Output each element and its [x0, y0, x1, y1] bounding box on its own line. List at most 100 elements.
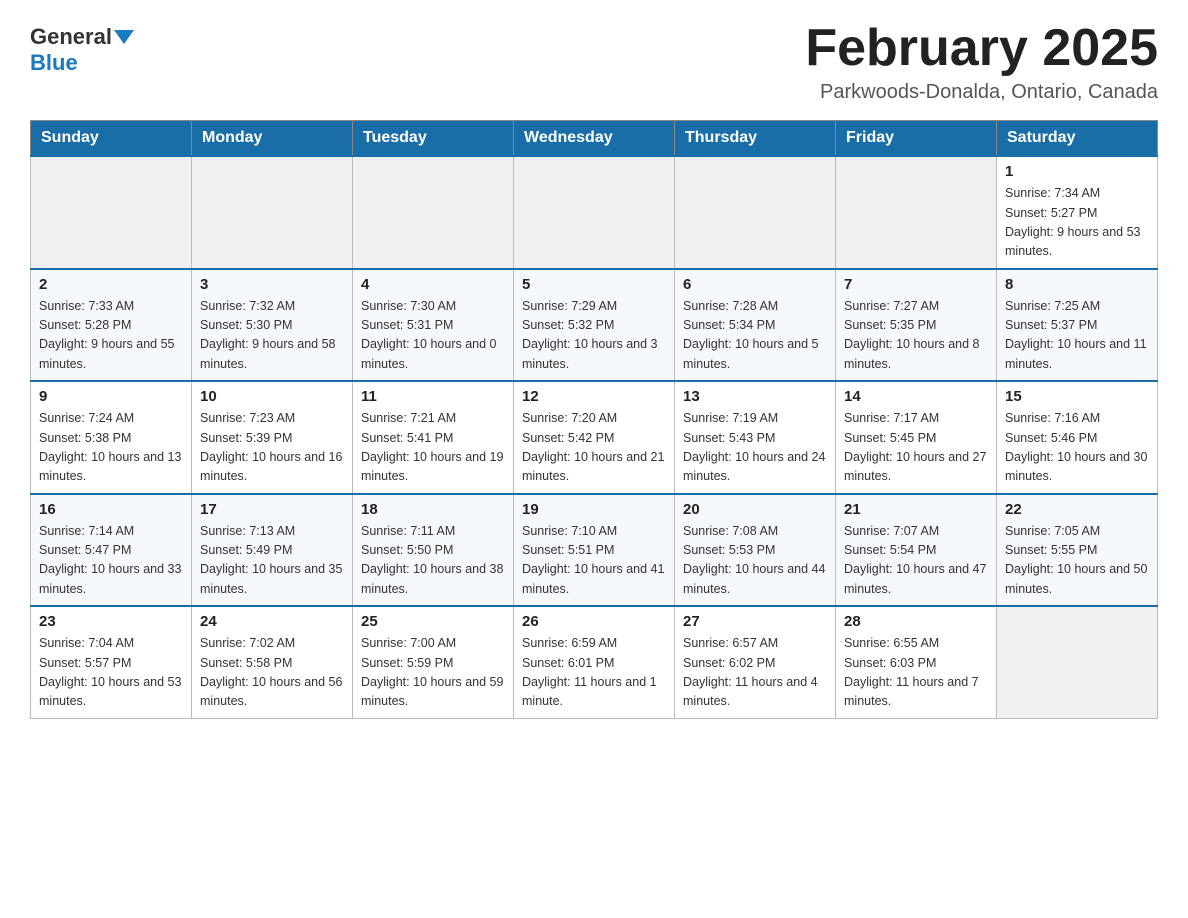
calendar-day-cell — [514, 156, 675, 269]
day-number: 14 — [844, 388, 988, 405]
day-number: 4 — [361, 276, 505, 293]
calendar-week-2: 2 Sunrise: 7:33 AMSunset: 5:28 PMDaylight… — [31, 269, 1158, 382]
calendar-day-cell: 3 Sunrise: 7:32 AMSunset: 5:30 PMDaylight… — [192, 269, 353, 382]
logo: General Blue — [30, 20, 136, 76]
day-number: 10 — [200, 388, 344, 405]
logo-blue-text: Blue — [30, 50, 78, 75]
day-info: Sunrise: 6:55 AMSunset: 6:03 PMDaylight:… — [844, 634, 988, 712]
day-info: Sunrise: 7:14 AMSunset: 5:47 PMDaylight:… — [39, 522, 183, 600]
day-number: 27 — [683, 613, 827, 630]
day-number: 6 — [683, 276, 827, 293]
day-info: Sunrise: 7:11 AMSunset: 5:50 PMDaylight:… — [361, 522, 505, 600]
day-number: 22 — [1005, 501, 1149, 518]
calendar-header-friday: Friday — [836, 121, 997, 157]
day-number: 15 — [1005, 388, 1149, 405]
calendar-day-cell: 10 Sunrise: 7:23 AMSunset: 5:39 PMDayligh… — [192, 381, 353, 494]
calendar-day-cell: 1 Sunrise: 7:34 AMSunset: 5:27 PMDaylight… — [997, 156, 1158, 269]
calendar-day-cell — [192, 156, 353, 269]
calendar-week-1: 1 Sunrise: 7:34 AMSunset: 5:27 PMDaylight… — [31, 156, 1158, 269]
calendar-day-cell — [836, 156, 997, 269]
calendar-day-cell: 28Sunrise: 6:55 AMSunset: 6:03 PMDayligh… — [836, 606, 997, 718]
calendar-day-cell: 25 Sunrise: 7:00 AMSunset: 5:59 PMDayligh… — [353, 606, 514, 718]
day-number: 23 — [39, 613, 183, 630]
calendar-day-cell — [997, 606, 1158, 718]
calendar-day-cell: 18 Sunrise: 7:11 AMSunset: 5:50 PMDayligh… — [353, 494, 514, 607]
day-number: 13 — [683, 388, 827, 405]
calendar-day-cell — [31, 156, 192, 269]
calendar-day-cell — [353, 156, 514, 269]
day-number: 12 — [522, 388, 666, 405]
calendar-day-cell: 2 Sunrise: 7:33 AMSunset: 5:28 PMDaylight… — [31, 269, 192, 382]
day-info: Sunrise: 7:25 AMSunset: 5:37 PMDaylight:… — [1005, 297, 1149, 375]
day-number: 8 — [1005, 276, 1149, 293]
logo-general-text: General — [30, 24, 112, 50]
day-info: Sunrise: 7:08 AMSunset: 5:53 PMDaylight:… — [683, 522, 827, 600]
day-info: Sunrise: 7:19 AMSunset: 5:43 PMDaylight:… — [683, 409, 827, 487]
day-info: Sunrise: 7:29 AMSunset: 5:32 PMDaylight:… — [522, 297, 666, 375]
calendar-day-cell: 11 Sunrise: 7:21 AMSunset: 5:41 PMDayligh… — [353, 381, 514, 494]
day-number: 21 — [844, 501, 988, 518]
calendar-day-cell: 6Sunrise: 7:28 AMSunset: 5:34 PMDaylight… — [675, 269, 836, 382]
day-info: Sunrise: 7:20 AMSunset: 5:42 PMDaylight:… — [522, 409, 666, 487]
day-number: 24 — [200, 613, 344, 630]
logo-arrow-icon — [114, 30, 134, 44]
day-number: 1 — [1005, 163, 1149, 180]
calendar-day-cell: 15Sunrise: 7:16 AMSunset: 5:46 PMDayligh… — [997, 381, 1158, 494]
calendar-day-cell: 17 Sunrise: 7:13 AMSunset: 5:49 PMDayligh… — [192, 494, 353, 607]
calendar-day-cell: 13 Sunrise: 7:19 AMSunset: 5:43 PMDayligh… — [675, 381, 836, 494]
calendar-day-cell: 7Sunrise: 7:27 AMSunset: 5:35 PMDaylight… — [836, 269, 997, 382]
day-info: Sunrise: 7:05 AMSunset: 5:55 PMDaylight:… — [1005, 522, 1149, 600]
month-title: February 2025 — [805, 20, 1158, 77]
day-info: Sunrise: 7:04 AMSunset: 5:57 PMDaylight:… — [39, 634, 183, 712]
calendar-day-cell: 8 Sunrise: 7:25 AMSunset: 5:37 PMDaylight… — [997, 269, 1158, 382]
day-info: Sunrise: 7:00 AMSunset: 5:59 PMDaylight:… — [361, 634, 505, 712]
calendar-header-tuesday: Tuesday — [353, 121, 514, 157]
day-info: Sunrise: 7:10 AMSunset: 5:51 PMDaylight:… — [522, 522, 666, 600]
title-section: February 2025 Parkwoods-Donalda, Ontario… — [805, 20, 1158, 104]
day-number: 26 — [522, 613, 666, 630]
calendar-day-cell: 12 Sunrise: 7:20 AMSunset: 5:42 PMDayligh… — [514, 381, 675, 494]
day-info: Sunrise: 6:59 AMSunset: 6:01 PMDaylight:… — [522, 634, 666, 712]
calendar-header-row: SundayMondayTuesdayWednesdayThursdayFrid… — [31, 121, 1158, 157]
calendar-header-thursday: Thursday — [675, 121, 836, 157]
day-info: Sunrise: 7:32 AMSunset: 5:30 PMDaylight:… — [200, 297, 344, 375]
day-info: Sunrise: 7:02 AMSunset: 5:58 PMDaylight:… — [200, 634, 344, 712]
day-info: Sunrise: 7:33 AMSunset: 5:28 PMDaylight:… — [39, 297, 183, 375]
calendar-day-cell: 20Sunrise: 7:08 AMSunset: 5:53 PMDayligh… — [675, 494, 836, 607]
calendar-table: SundayMondayTuesdayWednesdayThursdayFrid… — [30, 120, 1158, 719]
calendar-day-cell: 23 Sunrise: 7:04 AMSunset: 5:57 PMDayligh… — [31, 606, 192, 718]
day-info: Sunrise: 7:24 AMSunset: 5:38 PMDaylight:… — [39, 409, 183, 487]
day-number: 2 — [39, 276, 183, 293]
day-info: Sunrise: 7:27 AMSunset: 5:35 PMDaylight:… — [844, 297, 988, 375]
calendar-header-monday: Monday — [192, 121, 353, 157]
day-info: Sunrise: 6:57 AMSunset: 6:02 PMDaylight:… — [683, 634, 827, 712]
day-info: Sunrise: 7:34 AMSunset: 5:27 PMDaylight:… — [1005, 184, 1149, 262]
calendar-day-cell — [675, 156, 836, 269]
day-number: 3 — [200, 276, 344, 293]
day-info: Sunrise: 7:30 AMSunset: 5:31 PMDaylight:… — [361, 297, 505, 375]
day-info: Sunrise: 7:23 AMSunset: 5:39 PMDaylight:… — [200, 409, 344, 487]
calendar-day-cell: 19 Sunrise: 7:10 AMSunset: 5:51 PMDayligh… — [514, 494, 675, 607]
day-number: 25 — [361, 613, 505, 630]
day-number: 5 — [522, 276, 666, 293]
calendar-header-saturday: Saturday — [997, 121, 1158, 157]
calendar-header-sunday: Sunday — [31, 121, 192, 157]
calendar-header-wednesday: Wednesday — [514, 121, 675, 157]
day-number: 17 — [200, 501, 344, 518]
calendar-day-cell: 5 Sunrise: 7:29 AMSunset: 5:32 PMDaylight… — [514, 269, 675, 382]
calendar-day-cell: 21Sunrise: 7:07 AMSunset: 5:54 PMDayligh… — [836, 494, 997, 607]
day-number: 11 — [361, 388, 505, 405]
calendar-day-cell: 24 Sunrise: 7:02 AMSunset: 5:58 PMDayligh… — [192, 606, 353, 718]
calendar-day-cell: 16Sunrise: 7:14 AMSunset: 5:47 PMDayligh… — [31, 494, 192, 607]
calendar-day-cell: 14 Sunrise: 7:17 AMSunset: 5:45 PMDayligh… — [836, 381, 997, 494]
page-header: General Blue February 2025 Parkwoods-Don… — [30, 20, 1158, 104]
calendar-day-cell: 27 Sunrise: 6:57 AMSunset: 6:02 PMDayligh… — [675, 606, 836, 718]
day-info: Sunrise: 7:13 AMSunset: 5:49 PMDaylight:… — [200, 522, 344, 600]
calendar-day-cell: 22 Sunrise: 7:05 AMSunset: 5:55 PMDayligh… — [997, 494, 1158, 607]
day-number: 19 — [522, 501, 666, 518]
day-info: Sunrise: 7:21 AMSunset: 5:41 PMDaylight:… — [361, 409, 505, 487]
calendar-week-5: 23 Sunrise: 7:04 AMSunset: 5:57 PMDayligh… — [31, 606, 1158, 718]
calendar-week-3: 9Sunrise: 7:24 AMSunset: 5:38 PMDaylight… — [31, 381, 1158, 494]
day-number: 18 — [361, 501, 505, 518]
day-info: Sunrise: 7:17 AMSunset: 5:45 PMDaylight:… — [844, 409, 988, 487]
